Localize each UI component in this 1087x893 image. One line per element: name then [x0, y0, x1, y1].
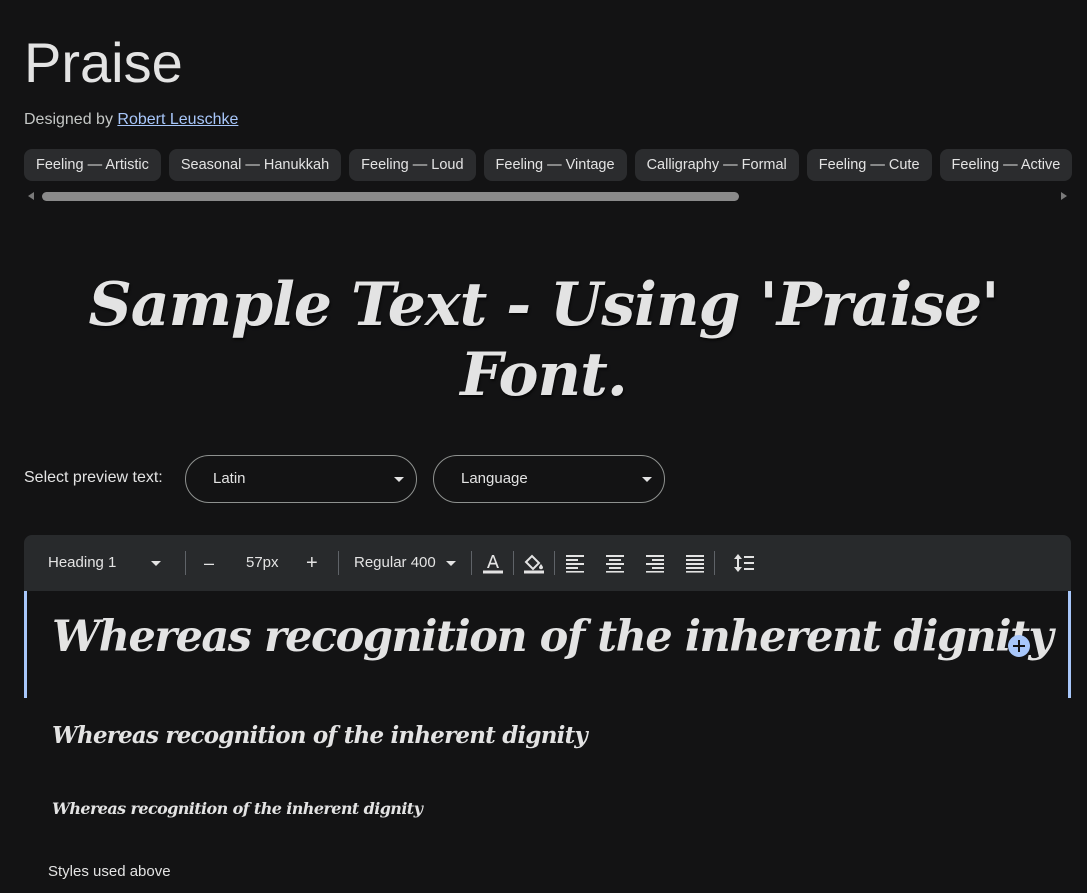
tag-chip[interactable]: Seasonal — Hanukkah — [168, 149, 342, 181]
chevron-down-icon — [446, 561, 456, 566]
tag-chip[interactable]: Calligraphy — Formal — [634, 149, 799, 181]
tags-scrollbar[interactable] — [24, 189, 1071, 203]
preview-line-heading-1[interactable]: Whereas recognition of the inherent dign… — [52, 612, 1053, 662]
tag-chip[interactable]: Feeling — Active — [939, 149, 1073, 181]
toolbar-divider — [714, 551, 715, 575]
designer-line: Designed by Robert Leuschke — [24, 111, 238, 129]
style-select-value: Heading 1 — [48, 554, 117, 571]
toolbar-divider — [338, 551, 339, 575]
increase-size-button[interactable]: + — [306, 535, 318, 591]
styles-used-heading: Styles used above — [48, 863, 171, 880]
decrease-size-button[interactable]: – — [204, 535, 214, 591]
scroll-right-arrow-icon[interactable] — [1061, 192, 1067, 200]
weight-select-value: Regular 400 — [354, 554, 436, 571]
weight-select[interactable]: Regular 400 — [354, 535, 460, 591]
text-color-icon[interactable] — [481, 551, 505, 575]
designer-link[interactable]: Robert Leuschke — [117, 111, 238, 128]
highlight-color-icon[interactable] — [522, 551, 546, 575]
tag-chip[interactable]: Feeling — Cute — [806, 149, 932, 181]
scroll-left-arrow-icon[interactable] — [28, 192, 34, 200]
chevron-down-icon — [642, 477, 652, 482]
chevron-down-icon — [151, 561, 161, 566]
style-select[interactable]: Heading 1 — [48, 535, 174, 591]
chevron-down-icon — [394, 477, 404, 482]
align-left-icon[interactable] — [563, 551, 587, 575]
tag-chip[interactable]: Feeling — Vintage — [483, 149, 627, 181]
language-select[interactable]: Language — [433, 455, 665, 503]
toolbar-divider — [554, 551, 555, 575]
scroll-thumb[interactable] — [42, 192, 739, 201]
page-title: Praise — [24, 31, 183, 94]
align-justify-icon[interactable] — [683, 551, 707, 575]
preview-text-label: Select preview text: — [24, 469, 163, 486]
font-size-value[interactable]: 57px — [246, 535, 279, 591]
script-select-value: Latin — [213, 470, 246, 487]
designed-by-label: Designed by — [24, 111, 113, 128]
toolbar-divider — [185, 551, 186, 575]
preview-line-heading-3[interactable]: Whereas recognition of the inherent dign… — [52, 799, 423, 818]
align-right-icon[interactable] — [643, 551, 667, 575]
script-select[interactable]: Latin — [185, 455, 417, 503]
line-spacing-icon[interactable] — [732, 551, 756, 575]
editor-toolbar: Heading 1 – 57px + Regular 400 — [24, 535, 1071, 591]
align-center-icon[interactable] — [603, 551, 627, 575]
language-select-value: Language — [461, 470, 528, 487]
toolbar-divider — [471, 551, 472, 575]
tag-chip[interactable]: Feeling — Loud — [349, 149, 476, 181]
tag-chip[interactable]: Feeling — Artistic — [24, 149, 161, 181]
tag-list: Feeling — Artistic Seasonal — Hanukkah F… — [24, 149, 1087, 182]
preview-line-heading-2[interactable]: Whereas recognition of the inherent dign… — [52, 722, 588, 749]
sample-text: Sample Text - Using 'Praise' Font. — [88, 270, 999, 410]
toolbar-divider — [513, 551, 514, 575]
add-circle-icon[interactable] — [1008, 635, 1030, 657]
